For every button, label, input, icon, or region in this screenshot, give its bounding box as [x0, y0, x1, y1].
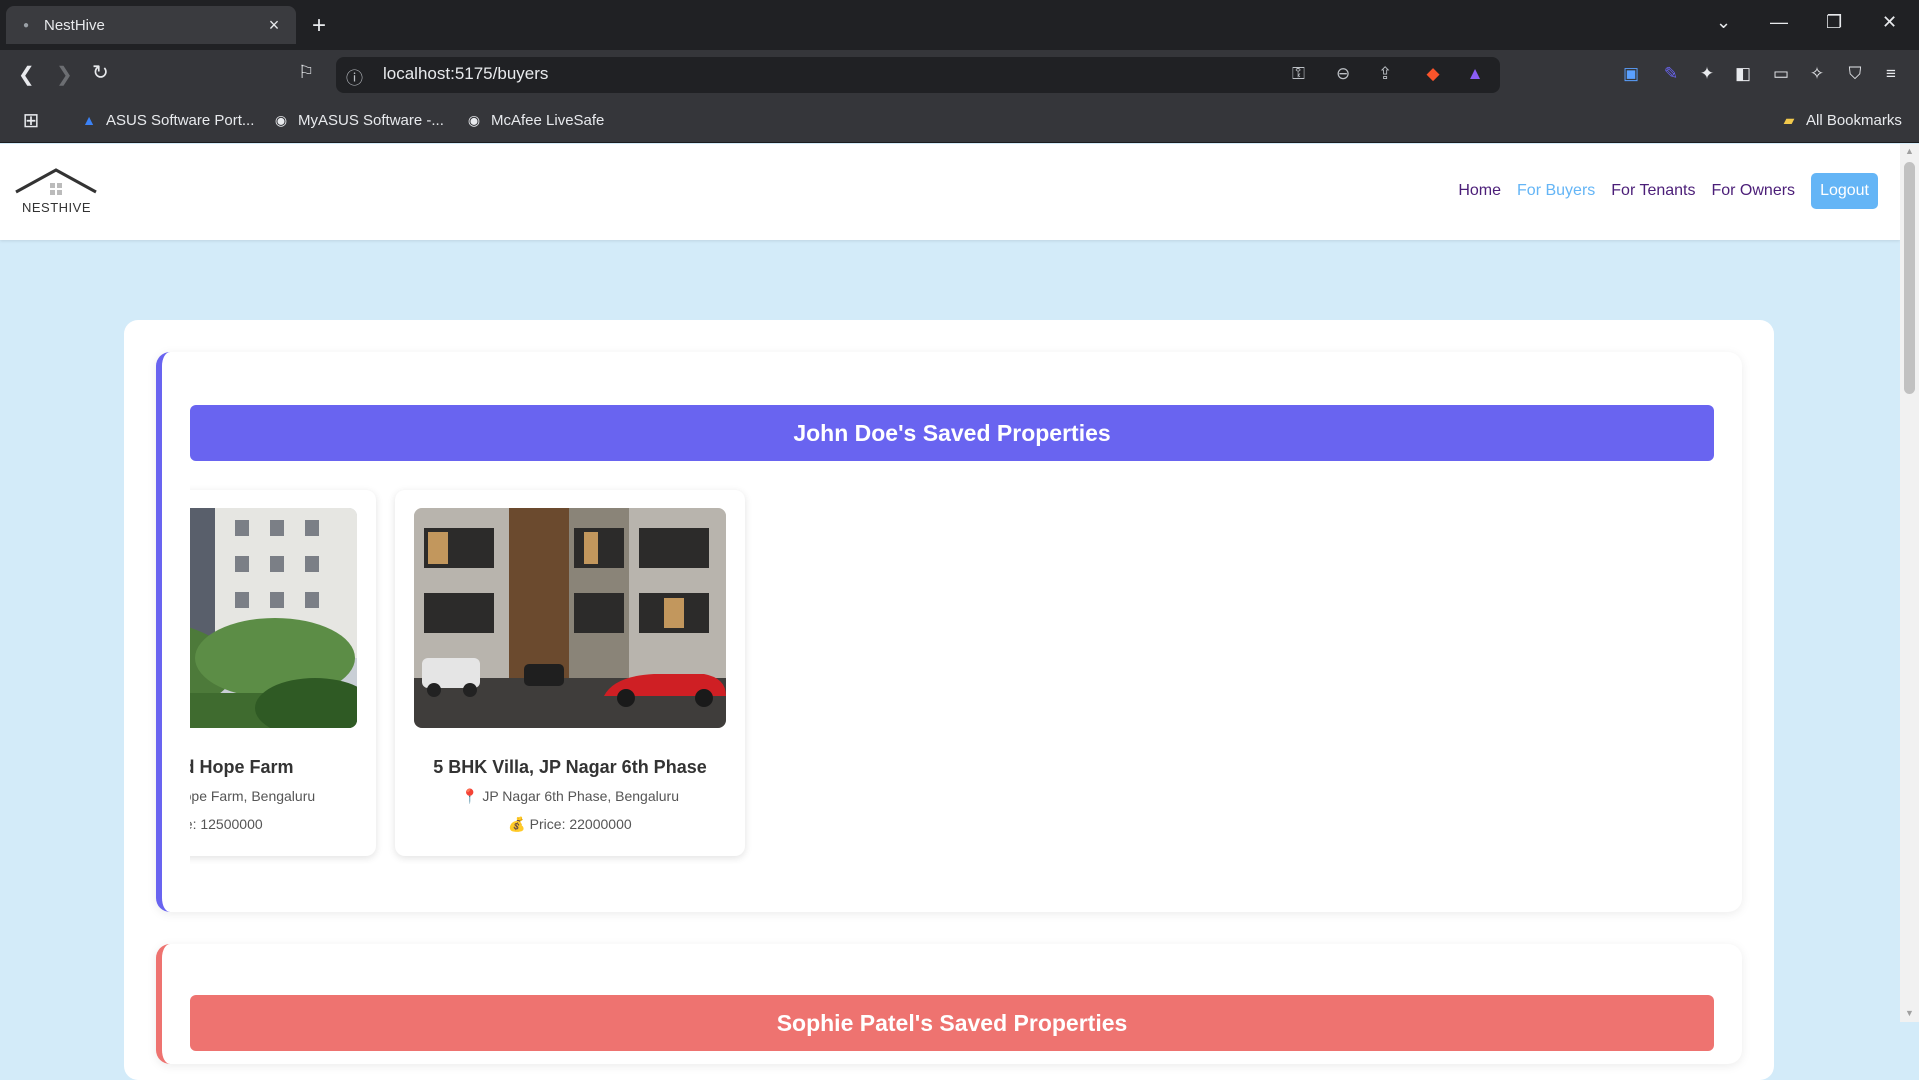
extension-pen-icon[interactable]: ✎	[1660, 63, 1682, 85]
saved-group-header: Sophie Patel's Saved Properties	[190, 995, 1714, 1051]
back-icon[interactable]: ❮	[18, 62, 35, 87]
nav-for-owners[interactable]: For Owners	[1711, 182, 1795, 200]
forward-icon[interactable]: ❯	[56, 62, 73, 87]
bookmark-item[interactable]: ▲ ASUS Software Port...	[80, 111, 254, 129]
property-location-text: JP Nagar 6th Phase, Bengaluru	[482, 788, 679, 804]
property-card[interactable]: Whitefield Hope Farm 📍 Whitefield Hope F…	[190, 490, 376, 856]
nav-home[interactable]: Home	[1458, 182, 1501, 200]
tab-title: NestHive	[44, 16, 105, 34]
site-info-icon[interactable]: ⓘ	[346, 64, 363, 89]
logout-button[interactable]: Logout	[1811, 173, 1878, 209]
new-tab-icon[interactable]: +	[312, 12, 326, 40]
pin-icon: 📍	[461, 788, 479, 804]
nav-for-buyers[interactable]: For Buyers	[1517, 182, 1595, 200]
extensions-icon[interactable]: ✦	[1696, 63, 1718, 85]
main-nav: Home For Buyers For Tenants For Owners L…	[1458, 173, 1878, 209]
property-location: 📍 JP Nagar 6th Phase, Bengaluru	[395, 788, 745, 805]
bookmark-icon[interactable]: ⚐	[298, 62, 314, 83]
browser-tab[interactable]: ● NestHive ×	[6, 6, 296, 44]
all-bookmarks-label: All Bookmarks	[1806, 111, 1902, 129]
logo-text: NESTHIVE	[22, 200, 92, 215]
asus-icon: ▲	[82, 112, 96, 128]
property-location-text: Whitefield Hope Farm, Bengaluru	[190, 788, 316, 804]
brave-shield-icon[interactable]: ◆	[1422, 63, 1444, 85]
bookmark-item[interactable]: ◉ MyASUS Software -...	[272, 111, 444, 129]
sidebar-icon[interactable]: ◧	[1732, 63, 1754, 85]
favicon-icon: ●	[22, 19, 30, 31]
scroll-down-icon[interactable]: ▼	[1905, 1008, 1914, 1018]
page-scrollbar[interactable]: ▲ ▼	[1900, 144, 1919, 1022]
globe-icon: ◉	[274, 111, 288, 128]
reload-icon[interactable]: ↻	[92, 60, 109, 85]
nav-for-tenants[interactable]: For Tenants	[1611, 182, 1695, 200]
close-tab-icon[interactable]: ×	[264, 15, 284, 36]
bookmark-item[interactable]: ◉ McAfee LiveSafe	[465, 111, 605, 129]
saved-group-header: John Doe's Saved Properties	[190, 405, 1714, 461]
property-price: 💰 Price: 12500000	[190, 816, 376, 833]
menu-icon[interactable]: ≡	[1880, 63, 1902, 85]
property-image	[414, 508, 726, 728]
brave-rewards-icon[interactable]: ▲	[1464, 63, 1486, 85]
property-title: 5 BHK Villa, JP Nagar 6th Phase	[433, 757, 707, 777]
apps-icon[interactable]: ⊞	[22, 110, 40, 132]
property-price-text: Price: 22000000	[529, 816, 632, 832]
globe-icon: ◉	[467, 111, 481, 128]
folder-icon: ▰	[1783, 111, 1795, 128]
property-carousel[interactable]: Whitefield Hope Farm 📍 Whitefield Hope F…	[190, 484, 1714, 864]
all-bookmarks[interactable]: ▰ All Bookmarks	[1780, 111, 1902, 129]
leo-ai-icon[interactable]: ✧	[1806, 63, 1828, 85]
restore-icon[interactable]: ❐	[1826, 12, 1842, 33]
bookmark-label: MyASUS Software -...	[298, 111, 444, 129]
property-location: 📍 Whitefield Hope Farm, Bengaluru	[190, 788, 376, 805]
url-text[interactable]: localhost:5175/buyers	[383, 64, 548, 84]
key-icon[interactable]: ⚿	[1292, 64, 1305, 84]
bookmark-label: McAfee LiveSafe	[491, 111, 605, 129]
minimize-icon[interactable]: —	[1770, 12, 1788, 33]
wallet-icon[interactable]: ▭	[1770, 63, 1792, 85]
extension-icon[interactable]: ▣	[1620, 63, 1642, 85]
site-header: NESTHIVE Home For Buyers For Tenants For…	[0, 144, 1900, 240]
zoom-out-icon[interactable]: ⊖	[1336, 64, 1350, 84]
tab-search-icon[interactable]: ⌄	[1716, 12, 1731, 33]
share-icon[interactable]: ⇪	[1378, 64, 1392, 84]
bookmark-label: ASUS Software Port...	[106, 111, 255, 129]
scroll-thumb[interactable]	[1904, 162, 1915, 394]
property-price-text: Price: 12500000	[190, 816, 263, 832]
money-bag-icon: 💰	[508, 816, 526, 832]
vpn-icon[interactable]: ⛉	[1844, 63, 1866, 85]
scroll-up-icon[interactable]: ▲	[1905, 146, 1914, 156]
property-image	[190, 508, 357, 728]
property-price: 💰 Price: 22000000	[395, 816, 745, 833]
property-title: Whitefield Hope Farm	[190, 757, 294, 777]
property-card[interactable]: 5 BHK Villa, JP Nagar 6th Phase 📍 JP Nag…	[395, 490, 745, 856]
close-window-icon[interactable]: ✕	[1882, 12, 1897, 33]
browser-tab-bar: ● NestHive × + ⌄ — ❐ ✕	[0, 0, 1919, 50]
